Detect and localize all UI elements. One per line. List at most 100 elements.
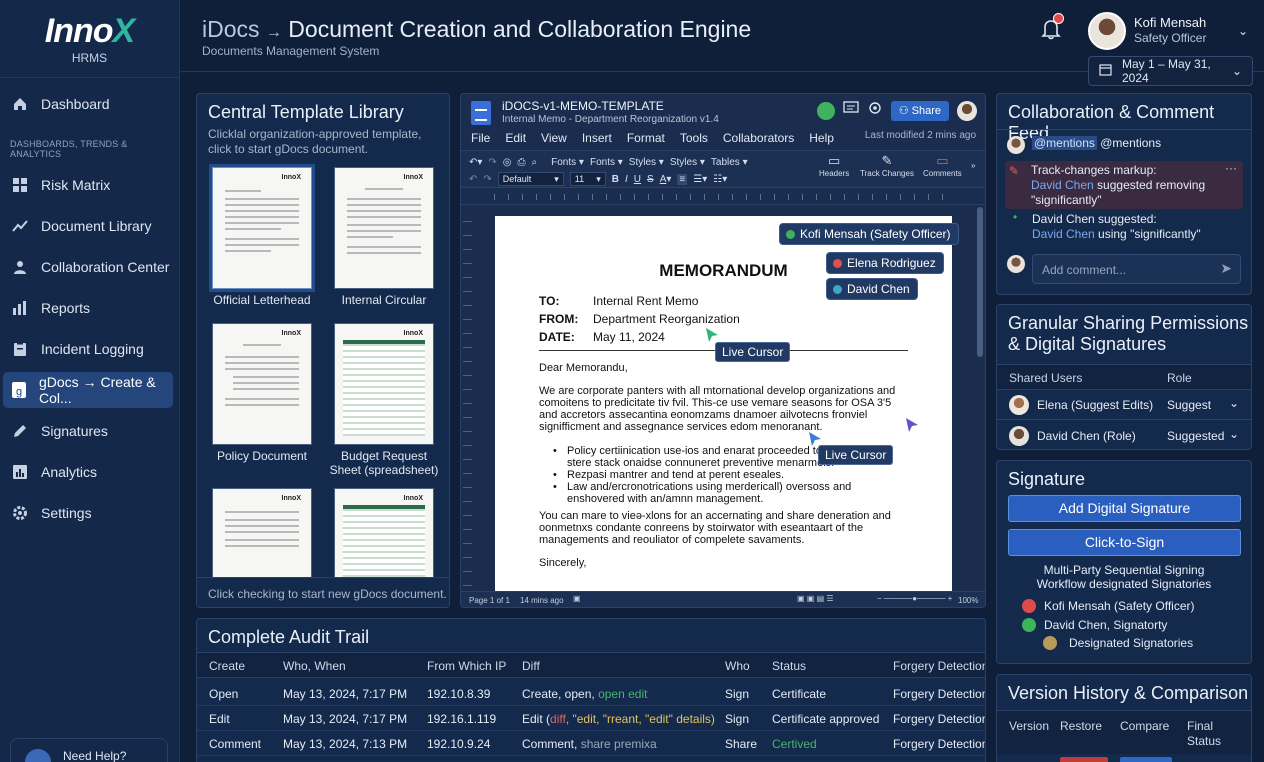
memo-from-value: Department Reorganization [593,312,740,326]
dropdown-label: Fonts [551,156,577,168]
nav-item-analytics[interactable]: Analytics [3,454,173,490]
strikethrough-button[interactable]: S [647,174,654,185]
avatar[interactable] [957,100,977,121]
styles-dropdown-2[interactable]: Styles ▾ [670,157,705,168]
nav-item-signatures[interactable]: Signatures [3,413,173,449]
menu-view[interactable]: View [541,131,567,145]
audit-diff: Create, open, [522,687,599,701]
mention-chip[interactable]: @mentions [1032,136,1097,150]
help-button[interactable]: Need Help? [10,738,168,762]
tables-dropdown[interactable]: Tables ▾ [711,157,748,168]
mentions-row[interactable]: @mentions @mentions [1007,136,1241,154]
search-icon[interactable]: ⌕ [532,157,538,168]
menu-edit[interactable]: Edit [505,131,526,145]
undo-icon[interactable]: ↶▾ [469,157,482,168]
styles-dropdown[interactable]: Styles ▾ [629,157,664,168]
template-thumb-budget[interactable]: InnoX [334,323,434,445]
more-icon[interactable]: » [971,161,975,170]
view-icon[interactable]: ▣ ▣ ▤ ☰ [797,594,834,603]
nav-item-gdocs[interactable]: g gDocs → Create & Col... [3,372,173,408]
menu-tools[interactable]: Tools [680,131,708,145]
text-color-button[interactable]: A▾ [660,174,672,185]
zoom-slider[interactable]: − ─────●───── + [877,594,952,603]
analytics-icon [11,463,29,481]
screen-icon[interactable]: ▣ [573,594,581,603]
role-select[interactable]: Suggest [1167,398,1211,412]
headers-button[interactable]: ▭ Headers [819,153,849,178]
shared-user: Elena (Suggest Edits) [1037,398,1154,412]
column-header: Status [772,659,807,673]
user-link[interactable]: David Chen [1031,178,1094,192]
template-thumb-policy[interactable]: InnoX [212,323,312,445]
underline-button[interactable]: U [634,174,641,185]
menu-insert[interactable]: Insert [582,131,612,145]
document-title[interactable]: iDOCS-v1-MEMO-TEMPLATE [502,99,664,113]
help-label: Need Help? [63,749,127,762]
menu-format[interactable]: Format [627,131,665,145]
redo-icon[interactable]: ↷ [488,157,496,168]
undo-icon[interactable]: ↶ [469,174,477,185]
template-thumb-letterhead[interactable]: InnoX [209,164,315,292]
audit-diff-detail: , "edit, "rreant, "edit" details) [565,712,715,726]
settings-icon[interactable] [867,100,883,121]
comment-icon[interactable] [843,100,859,121]
menu-collaborators[interactable]: Collaborators [723,131,794,145]
date-range-picker[interactable]: May 1 – May 31, 2024 ⌄ [1088,56,1253,86]
chevron-down-icon[interactable]: ⌄ [1229,427,1239,441]
add-signature-button[interactable]: Add Digital Signature [1008,495,1241,522]
template-thumb-circular[interactable]: InnoX [334,167,434,289]
audit-diff: Comment, [522,737,581,751]
bullet-list-icon[interactable]: ☰▾ [693,174,707,185]
chevron-down-icon[interactable]: ⌄ [1238,24,1248,38]
track-changes-button[interactable]: ✎ Track Changes [860,153,914,178]
numbered-list-icon[interactable]: ☷▾ [713,174,727,185]
memo-date: DATE: May 11, 2024 [539,330,665,344]
comments-button[interactable]: ▭ Comments [923,153,962,178]
brand-logo[interactable]: InnoX HRMS [0,0,179,78]
nav-item-incident-logging[interactable]: Incident Logging [3,331,173,367]
column-header: Restore [1060,719,1103,733]
nav-item-risk-matrix[interactable]: Risk Matrix [3,167,173,203]
fonts-dropdown[interactable]: Fonts ▾ [551,157,584,168]
audit-diff-highlight: share premixa [580,737,657,751]
click-to-sign-button[interactable]: Click-to-Sign [1008,529,1241,556]
presence-icon[interactable] [816,101,835,120]
nav-item-settings[interactable]: Settings [3,495,173,531]
table-row[interactable]: Edit May 13, 2024, 7:17 PM 192.16.1.119 … [197,706,985,731]
nav-item-collaboration-center[interactable]: Collaboration Center [3,249,173,285]
bold-button[interactable]: B [612,174,619,185]
redo-icon[interactable]: ↷ [483,174,491,185]
globe-icon[interactable]: ◎ [503,157,512,168]
menu-file[interactable]: File [471,131,490,145]
editor-scrollbar[interactable] [977,207,983,357]
audit-status: Certificate approved [772,712,880,726]
print-icon[interactable]: ⎙ [518,157,526,168]
italic-button[interactable]: I [625,174,628,185]
table-row[interactable]: David Chen (Role) Suggested ⌄ [997,421,1251,449]
table-row[interactable]: Open May 13, 2024, 7:17 PM 192.10.8.39 C… [197,681,985,706]
align-left-icon[interactable]: ≡ [677,173,688,185]
nav-item-reports[interactable]: Reports [3,290,173,326]
size-select[interactable]: 11 ▾ [569,172,606,186]
table-row[interactable]: Elena (Suggest Edits) Suggest ⌄ [997,390,1251,420]
nav-item-document-library[interactable]: Document Library [3,208,173,244]
suggestion-text: using "significantly" [1098,227,1201,241]
avatar[interactable] [1088,12,1126,50]
style-select[interactable]: Default ▾ [497,172,564,186]
share-button[interactable]: ⚇ Share [890,100,949,121]
signer-row: Kofi Mensah (Safety Officer) [1022,599,1195,613]
user-link[interactable]: David Chen [1032,227,1095,241]
fonts-dropdown-2[interactable]: Fonts ▾ [590,157,623,168]
nav-item-dashboard[interactable]: Dashboard [3,86,173,122]
send-icon[interactable]: ➤ [1220,260,1232,277]
compare-button[interactable] [1120,757,1172,762]
restore-button[interactable] [1060,757,1108,762]
comment-input[interactable]: Add comment... ➤ [1032,254,1241,284]
chevron-down-icon[interactable]: ⌄ [1229,396,1239,410]
role-select[interactable]: Suggested [1167,429,1224,443]
track-change-card[interactable]: ✎ ··· Track-changes markup: David Chen s… [1005,161,1243,209]
table-row[interactable]: Comment May 13, 2024, 7:13 PM 192.10.9.2… [197,731,985,756]
audit-action: Open [209,687,239,701]
vertical-ruler [463,216,472,586]
menu-help[interactable]: Help [809,131,834,145]
